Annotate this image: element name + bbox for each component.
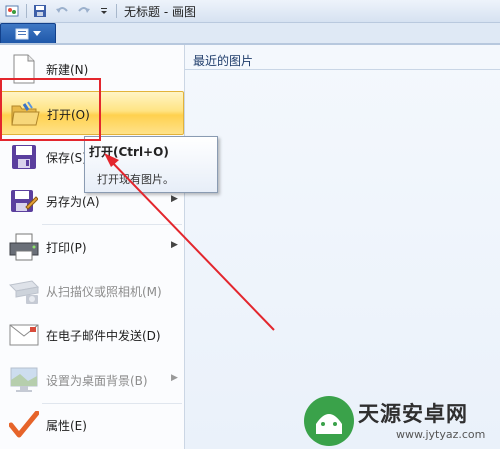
annotation-arrow xyxy=(104,153,275,331)
watermark-logo-icon xyxy=(304,396,354,446)
watermark: 天源安卓网 www.jytyaz.com xyxy=(300,392,500,449)
watermark-url: www.jytyaz.com xyxy=(396,428,486,441)
watermark-name: 天源安卓网 xyxy=(358,402,468,426)
